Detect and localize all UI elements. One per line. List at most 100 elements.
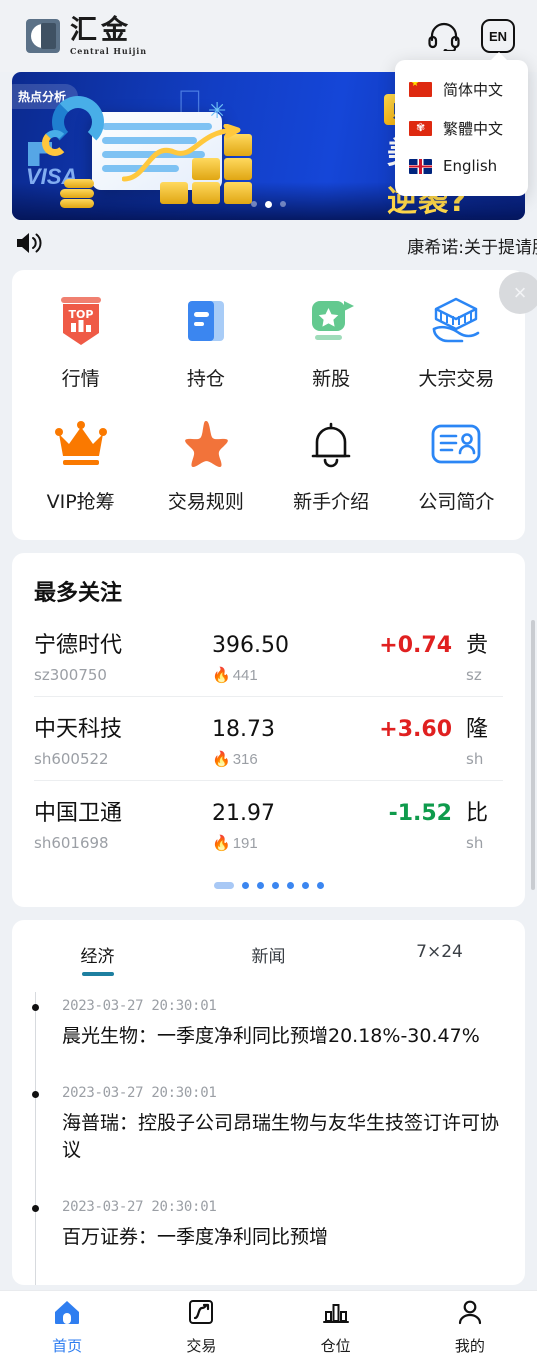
quick-action-vip[interactable]: VIP抢筹 — [18, 415, 143, 514]
crown-icon — [52, 415, 110, 473]
page-scrollbar[interactable] — [531, 620, 535, 890]
stock-heat: 🔥 316 — [212, 750, 360, 769]
watchlist-row[interactable]: 中天科技 18.73 +3.60 隆 sh600522 🔥 316 sh — [34, 696, 503, 780]
tab-label: 我的 — [454, 1336, 485, 1355]
quick-action-label: 新手介绍 — [293, 491, 370, 513]
stock-name-next: 隆 — [466, 717, 489, 742]
speaker-icon[interactable] — [14, 230, 44, 261]
language-option-traditional-chinese[interactable]: 繁體中文 — [395, 109, 528, 148]
stock-code-next: sh — [466, 834, 484, 852]
logo-text: 汇金 Central Huijin — [70, 17, 147, 55]
stock-heat-value: 316 — [232, 750, 258, 768]
quick-action-holdings[interactable]: 持仓 — [143, 292, 268, 391]
fire-icon: 🔥 — [212, 667, 231, 684]
stock-code-next: sz — [466, 666, 482, 684]
tab-news[interactable]: 新闻 — [183, 942, 354, 976]
new-star-icon — [302, 292, 360, 350]
fire-icon: 🔥 — [212, 835, 231, 852]
hk-flag-icon — [409, 121, 432, 136]
tab-trade[interactable]: 交易 — [134, 1299, 268, 1356]
bottom-tab-bar: 首页 交易 仓位 我的 — [0, 1290, 537, 1363]
tab-position[interactable]: 仓位 — [269, 1299, 403, 1356]
watchlist-dot[interactable] — [256, 882, 264, 889]
quick-action-new-stock[interactable]: 新股 — [269, 292, 394, 391]
stock-price: 396.50 — [212, 633, 289, 658]
stock-name: 中天科技 — [34, 717, 123, 742]
quick-action-beginner-guide[interactable]: 新手介绍 — [269, 415, 394, 514]
bell-icon — [302, 415, 360, 473]
watchlist-row[interactable]: 宁德时代 396.50 +0.74 贵 sz300750 🔥 441 sz — [34, 613, 503, 696]
stock-change: -1.52 — [388, 801, 452, 826]
app-screen: 汇金 Central Huijin EN 简体中文 — [0, 0, 537, 1363]
tab-home[interactable]: 首页 — [0, 1299, 134, 1356]
language-switch-label: EN — [488, 28, 508, 44]
language-option-label: 简体中文 — [443, 81, 504, 99]
banner-dot[interactable] — [251, 201, 257, 207]
close-icon[interactable]: × — [499, 272, 537, 314]
watchlist-dot[interactable] — [301, 882, 309, 889]
tab-label: 仓位 — [320, 1336, 351, 1355]
banner-sparkle-icon: ✳ — [208, 98, 227, 123]
watchlist-dot[interactable] — [271, 882, 279, 889]
quick-actions-grid: TOP 行情 持仓 新股 大宗交易 VIP抢筹 交易规则 新手介绍 公司简介 — [12, 270, 525, 540]
svg-text:TOP: TOP — [68, 308, 93, 321]
watchlist-carousel[interactable]: 宁德时代 396.50 +0.74 贵 sz300750 🔥 441 sz 中天… — [12, 613, 525, 864]
headset-icon[interactable] — [427, 21, 461, 51]
banner-dot[interactable] — [280, 201, 286, 207]
quick-action-label: 大宗交易 — [418, 368, 495, 390]
banner-small-donut-icon — [42, 130, 68, 156]
app-header: 汇金 Central Huijin EN 简体中文 — [0, 0, 537, 196]
banner-pagination-dots[interactable] — [12, 201, 525, 208]
watchlist-dot[interactable] — [316, 882, 324, 889]
watchlist-pagination[interactable] — [12, 864, 525, 907]
block-trade-icon — [427, 292, 485, 350]
banner-coin-stack — [60, 189, 94, 198]
logo-chinese-name: 汇金 — [70, 15, 132, 46]
news-headline: 百万证券：一季度净利同比预增 — [62, 1225, 329, 1248]
language-option-simplified-chinese[interactable]: 简体中文 — [395, 70, 528, 109]
trade-chart-icon — [187, 1299, 215, 1330]
news-item[interactable]: 2023-03-27 20:30:01 百万证券：一季度净利同比预增 — [30, 1199, 525, 1286]
stock-name-next: 贵 — [466, 633, 489, 658]
news-list: 2023-03-27 20:30:01 晨光生物：一季度净利同比预增20.18%… — [12, 976, 525, 1286]
language-option-label: English — [443, 157, 498, 175]
language-option-label: 繁體中文 — [443, 120, 504, 138]
stock-name: 宁德时代 — [34, 633, 123, 658]
banner-dot-active[interactable] — [265, 201, 272, 208]
stock-code: sh600522 — [34, 750, 109, 768]
news-item[interactable]: 2023-03-27 20:30:01 海普瑞：控股子公司昂瑞生物与友华生技签订… — [30, 1085, 525, 1199]
language-switch-button[interactable]: EN — [481, 19, 515, 53]
tab-7x24[interactable]: 7×24 — [354, 942, 525, 976]
quick-action-block-trade[interactable]: 大宗交易 — [394, 292, 519, 391]
watchlist-dot[interactable] — [241, 882, 249, 889]
news-marquee[interactable]: 康希诺:关于提请股 — [0, 220, 537, 270]
news-timestamp: 2023-03-27 20:30:01 — [62, 998, 217, 1014]
news-timestamp: 2023-03-27 20:30:01 — [62, 1198, 217, 1215]
stock-heat: 🔥 191 — [212, 834, 360, 853]
brand-logo: 汇金 Central Huijin — [26, 17, 147, 55]
quick-action-market[interactable]: TOP 行情 — [18, 292, 143, 391]
tab-mine[interactable]: 我的 — [403, 1299, 537, 1356]
person-icon — [456, 1299, 484, 1330]
id-card-icon — [427, 415, 485, 473]
tab-economy[interactable]: 经济 — [12, 942, 183, 976]
star-icon — [177, 415, 235, 473]
news-headline: 晨光生物：一季度净利同比预增20.18%-30.47% — [62, 1025, 480, 1047]
quick-action-label: 持仓 — [186, 368, 225, 390]
fire-icon: 🔥 — [212, 751, 231, 768]
watchlist-dot-active[interactable] — [213, 882, 234, 889]
news-item[interactable]: 2023-03-27 20:30:01 晨光生物：一季度净利同比预增20.18%… — [30, 998, 525, 1085]
quick-action-trade-rules[interactable]: 交易规则 — [143, 415, 268, 514]
language-dropdown-menu[interactable]: 简体中文 繁體中文 English — [395, 52, 528, 196]
quick-action-label: 交易规则 — [167, 491, 244, 513]
uk-flag-icon — [409, 158, 432, 174]
marquee-text[interactable]: 康希诺:关于提请股 — [407, 233, 537, 258]
logo-english-name: Central Huijin — [70, 46, 147, 56]
language-option-english[interactable]: English — [395, 148, 528, 184]
banner-growth-arrow-icon — [122, 124, 241, 182]
watchlist-row[interactable]: 中国卫通 21.97 -1.52 比 sh601698 🔥 191 sh — [34, 780, 503, 864]
quick-action-label: 行情 — [61, 368, 100, 390]
stock-name: 中国卫通 — [34, 801, 123, 826]
watchlist-dot[interactable] — [286, 882, 294, 889]
quick-action-company-profile[interactable]: 公司简介 — [394, 415, 519, 514]
